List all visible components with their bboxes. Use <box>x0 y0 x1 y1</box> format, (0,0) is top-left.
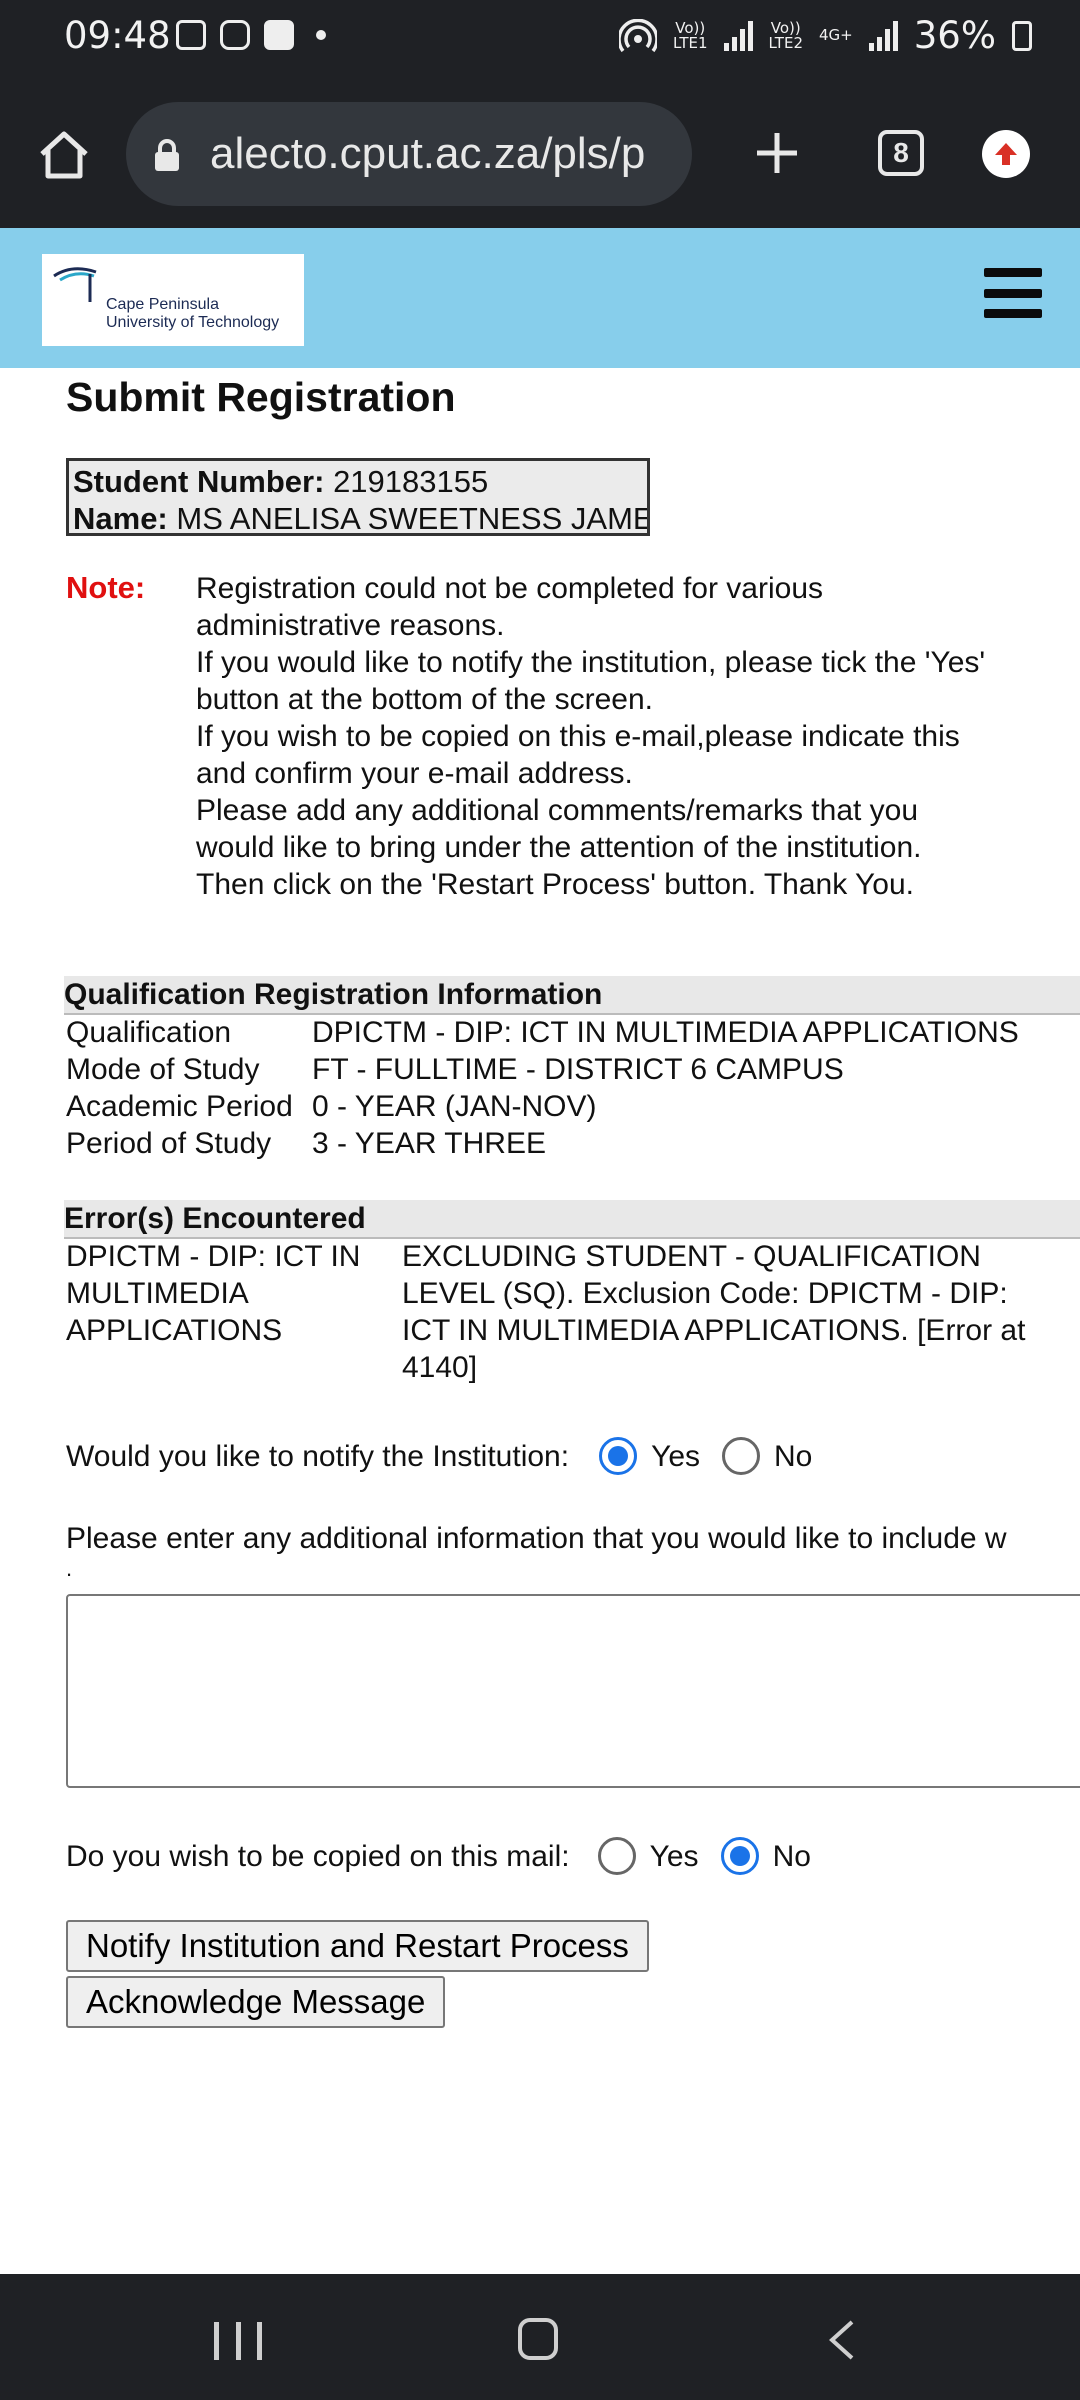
acknowledge-button[interactable]: Acknowledge Message <box>66 1976 446 2028</box>
status-bar: 09:48 Vo)) LTE1 Vo)) LTE2 4G+ 36% <box>0 0 1080 78</box>
copy-question: Do you wish to be copied on this mail: <box>66 1839 570 1873</box>
image-icon <box>176 20 206 50</box>
qualification-value: FT - FULLTIME - DISTRICT 6 CAMPUS <box>312 1053 844 1086</box>
qualification-heading: Qualification Registration Information <box>64 976 1080 1015</box>
lock-icon <box>155 139 179 171</box>
notify-no-radio[interactable] <box>722 1437 761 1475</box>
hotspot-icon <box>619 18 658 52</box>
tab-switcher-button[interactable]: 8 <box>878 130 924 176</box>
note-line: Registration could not be completed for … <box>196 572 824 605</box>
notify-no-label: No <box>774 1439 813 1473</box>
notify-question: Would you like to notify the Institution… <box>66 1439 570 1473</box>
status-right-icons: Vo)) LTE1 Vo)) LTE2 4G+ 36% <box>619 14 1032 57</box>
logo-line-1: Cape Peninsula <box>106 296 219 313</box>
page-title: Submit Registration <box>66 374 456 420</box>
battery-icon <box>1012 20 1032 51</box>
instagram-icon <box>220 20 250 50</box>
copy-yes-label: Yes <box>649 1839 699 1873</box>
back-icon[interactable] <box>826 2318 856 2362</box>
copy-no-label: No <box>772 1839 811 1873</box>
qualification-value: 3 - YEAR THREE <box>312 1127 546 1160</box>
additional-info-prompt-tail: . <box>66 1556 73 1581</box>
status-notification-icons <box>176 20 326 50</box>
tab-count: 8 <box>893 137 909 168</box>
error-qualification-line: DPICTM - DIP: ICT IN <box>66 1240 361 1273</box>
battery-percent: 36% <box>913 14 996 57</box>
menu-icon[interactable] <box>984 268 1042 318</box>
copy-yes-radio[interactable] <box>597 1837 636 1875</box>
dot-icon <box>316 30 326 40</box>
site-header: Cape Peninsula University of Technology <box>0 228 1080 368</box>
recents-icon[interactable] <box>214 2322 262 2360</box>
home-nav-icon[interactable] <box>518 2318 558 2360</box>
note-line: If you would like to notify the institut… <box>196 646 986 679</box>
check-box-icon <box>264 20 294 50</box>
url-text: alecto.cput.ac.za/pls/p <box>210 129 646 178</box>
system-nav-bar <box>0 2274 1080 2400</box>
error-message: EXCLUDING STUDENT - QUALIFICATION LEVEL … <box>402 1238 1080 1386</box>
signal-1-icon <box>723 20 753 51</box>
qualification-key: Period of Study <box>66 1127 272 1160</box>
qualification-key: Mode of Study <box>66 1053 260 1086</box>
arrow-up-icon <box>995 143 1017 165</box>
network-type: 4G+ <box>819 26 853 44</box>
note-line: would like to bring under the attention … <box>196 831 922 864</box>
copy-row: Do you wish to be copied on this mail: Y… <box>66 1834 1080 1878</box>
student-number-label: Student Number: <box>73 464 325 499</box>
error-qualification-line: APPLICATIONS <box>66 1314 283 1347</box>
home-icon[interactable] <box>38 130 90 180</box>
student-number: 219183155 <box>333 464 489 499</box>
error-message-line: ICT IN MULTIMEDIA APPLICATIONS. [Error a… <box>402 1314 1026 1347</box>
note-line: button at the bottom of the screen. <box>196 683 653 716</box>
signal-2-icon <box>868 20 898 51</box>
note-line: If you wish to be copied on this e-mail,… <box>196 720 960 753</box>
logo-line-2: University of Technology <box>106 314 280 331</box>
cput-logo[interactable]: Cape Peninsula University of Technology <box>42 254 304 346</box>
error-qualification-line: MULTIMEDIA <box>66 1277 249 1310</box>
name-label: Name: <box>73 501 168 536</box>
error-message-line: LEVEL (SQ). Exclusion Code: DPICTM - DIP… <box>402 1277 1008 1310</box>
address-bar[interactable]: alecto.cput.ac.za/pls/p <box>126 102 692 206</box>
note-line: administrative reasons. <box>196 609 505 642</box>
qualification-value: 0 - YEAR (JAN-NOV) <box>312 1090 597 1123</box>
sim2-label: Vo)) LTE2 <box>768 18 803 52</box>
qualification-value: DPICTM - DIP: ICT IN MULTIMEDIA APPLICAT… <box>312 1016 1019 1049</box>
note-line: Then click on the 'Restart Process' butt… <box>196 868 914 901</box>
qualification-key: Qualification <box>66 1016 232 1049</box>
error-qualification: DPICTM - DIP: ICT IN MULTIMEDIA APPLICAT… <box>66 1238 366 1349</box>
error-message-line: EXCLUDING STUDENT - QUALIFICATION <box>402 1240 981 1273</box>
note-line: Please add any additional comments/remar… <box>196 794 919 827</box>
student-name: MS ANELISA SWEETNESS JAMES <box>176 501 650 536</box>
note-label: Note: <box>66 570 146 605</box>
status-time: 09:48 <box>64 14 171 57</box>
errors-heading: Error(s) Encountered <box>64 1200 1080 1239</box>
student-info-box: Student Number: 219183155 Name: MS ANELI… <box>66 458 650 536</box>
browser-toolbar: alecto.cput.ac.za/pls/p 8 <box>0 78 1080 228</box>
note-body: Registration could not be completed for … <box>196 570 1076 903</box>
sim1-label: Vo)) LTE1 <box>673 18 708 52</box>
notify-yes-label: Yes <box>651 1439 701 1473</box>
additional-info-textarea[interactable] <box>66 1594 1080 1788</box>
logo-mark-icon <box>53 267 97 302</box>
update-icon[interactable] <box>982 130 1030 178</box>
notify-restart-button[interactable]: Notify Institution and Restart Process <box>66 1920 649 1972</box>
notify-yes-radio[interactable] <box>599 1437 638 1475</box>
note-line: and confirm your e-mail address. <box>196 757 633 790</box>
copy-no-radio[interactable] <box>720 1837 759 1875</box>
error-message-line: 4140] <box>402 1351 478 1384</box>
notify-row: Would you like to notify the Institution… <box>66 1434 1080 1478</box>
logo-text: Cape Peninsula University of Technology <box>106 296 279 332</box>
qualification-key: Academic Period <box>66 1090 293 1123</box>
new-tab-icon[interactable] <box>754 130 800 176</box>
